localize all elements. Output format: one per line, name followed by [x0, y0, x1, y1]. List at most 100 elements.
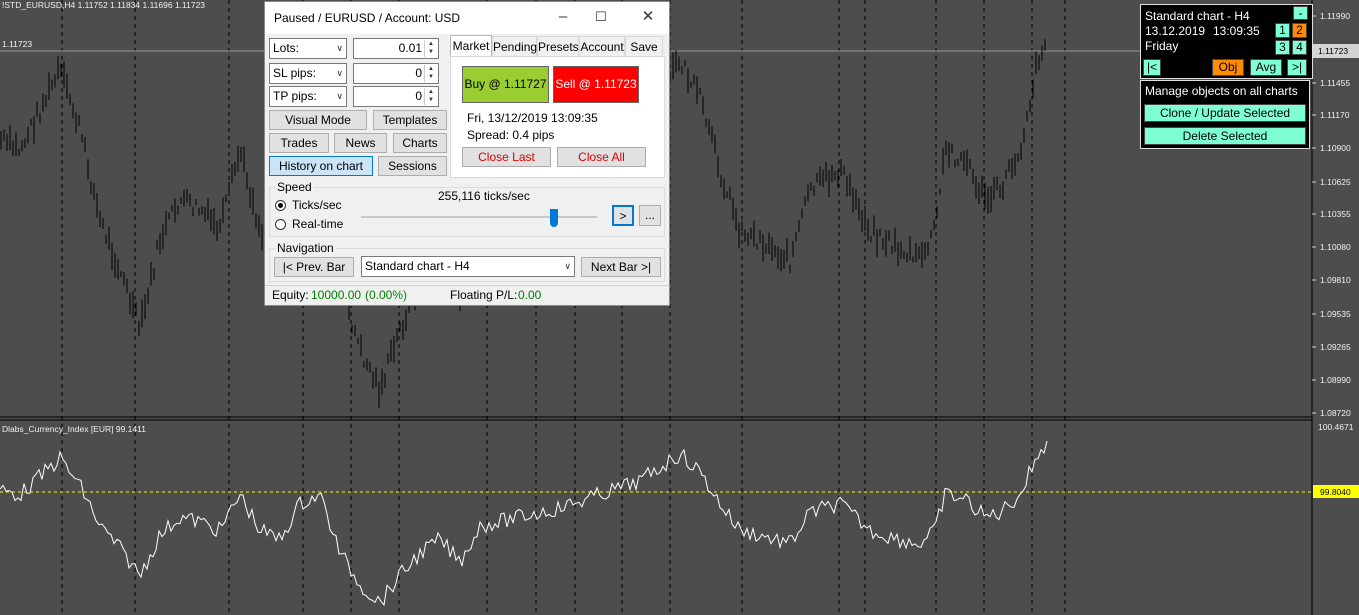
ticks-rate: 255,116 ticks/sec	[438, 189, 530, 203]
price-axis-label: 1.11170	[1320, 110, 1350, 120]
indicator-top-value: 100.4671	[1318, 422, 1354, 432]
play-button[interactable]: >	[612, 205, 634, 226]
tab-pending[interactable]: Pending	[492, 36, 537, 56]
equity-label: Equity:	[272, 288, 309, 302]
navigation-group-label: Navigation	[275, 241, 336, 255]
speed-slider-track[interactable]	[361, 216, 597, 218]
price-axis-label: 1.11990	[1320, 11, 1350, 21]
chart-select[interactable]: Standard chart - H4 ∨	[361, 256, 575, 277]
chevron-down-icon: ∨	[564, 261, 571, 271]
last-bar-button[interactable]: >|	[1287, 59, 1307, 76]
lots-value: 0.01	[398, 41, 422, 55]
chevron-down-icon: ∨	[336, 43, 343, 53]
price-axis-label: 1.08990	[1320, 375, 1351, 385]
overlay-time: 13:09:35	[1213, 24, 1260, 38]
tab-market[interactable]: Market	[450, 35, 492, 57]
sl-input[interactable]: 0 ▲ ▼	[353, 63, 439, 84]
slot-3-button[interactable]: 3	[1275, 40, 1290, 55]
lots-label: Lots:	[273, 41, 300, 55]
sell-button[interactable]: Sell @ 1.11723	[553, 66, 639, 103]
overlay-date: 13.12.2019	[1145, 24, 1206, 38]
server-datetime: Fri, 13/12/2019 13:09:35	[467, 111, 598, 125]
sl-value: 0	[415, 66, 422, 80]
speed-slider-thumb[interactable]	[550, 209, 558, 227]
history-on-chart-button[interactable]: History on chart	[269, 156, 373, 176]
current-price-left-label: 1.11723	[2, 39, 32, 49]
maximize-icon[interactable]: ☐	[587, 6, 615, 28]
tab-account[interactable]: Account	[579, 36, 625, 56]
realtime-radio[interactable]	[275, 219, 286, 230]
prev-bar-button[interactable]: |< Prev. Bar	[274, 257, 354, 277]
dialog-title: Paused / EURUSD / Account: USD	[274, 11, 461, 25]
close-all-button[interactable]: Close All	[557, 147, 646, 167]
speed-more-button[interactable]: ...	[639, 205, 661, 226]
next-bar-button[interactable]: Next Bar >|	[581, 257, 661, 277]
price-axis-label: 1.08720	[1320, 408, 1351, 418]
manager-title: Manage objects on all charts	[1145, 84, 1298, 98]
charts-button[interactable]: Charts	[393, 133, 447, 153]
tab-save[interactable]: Save	[625, 36, 663, 56]
price-axis-label: 1.10625	[1320, 177, 1351, 187]
close-icon[interactable]: ✕	[634, 6, 662, 28]
visual-mode-button[interactable]: Visual Mode	[269, 110, 367, 130]
object-manager-panel: Manage objects on all charts Clone / Upd…	[1140, 80, 1310, 149]
tp-value: 0	[415, 89, 422, 103]
price-axis-label: 1.09810	[1320, 275, 1351, 285]
tp-select[interactable]: TP pips: ∨	[269, 86, 347, 107]
templates-button[interactable]: Templates	[373, 110, 447, 130]
tp-input[interactable]: 0 ▲ ▼	[353, 86, 439, 107]
tester-dialog[interactable]: Paused / EURUSD / Account: USD – ☐ ✕ Lot…	[264, 1, 670, 306]
indicator-label: Dlabs_Currency_Index [EUR] 99.1411	[2, 424, 146, 434]
slot-2-button[interactable]: 2	[1292, 23, 1307, 38]
price-axis-label: 1.10080	[1320, 242, 1351, 252]
news-button[interactable]: News	[334, 133, 387, 153]
clone-update-button[interactable]: Clone / Update Selected	[1144, 104, 1306, 122]
floating-pl-value: 0.00	[518, 288, 542, 302]
realtime-radio-label: Real-time	[292, 217, 344, 231]
ticks-radio-label: Ticks/sec	[292, 198, 342, 212]
price-axis-label: 1.09265	[1320, 342, 1351, 352]
ticks-radio[interactable]	[275, 200, 286, 211]
slot-4-button[interactable]: 4	[1292, 40, 1307, 55]
status-divider	[265, 285, 669, 286]
sl-select[interactable]: SL pips: ∨	[269, 63, 347, 84]
sl-label: SL pips:	[273, 66, 316, 80]
slot-1-button[interactable]: 1	[1275, 23, 1290, 38]
current-price-tag: 1.11723	[1318, 46, 1348, 56]
dialog-titlebar[interactable]: Paused / EURUSD / Account: USD – ☐ ✕	[265, 2, 669, 34]
delete-selected-button[interactable]: Delete Selected	[1144, 127, 1306, 145]
floating-pl-label: Floating P/L:	[450, 288, 518, 302]
spin-arrows-icon[interactable]: ▲ ▼	[424, 88, 437, 105]
overlay-chart-title: Standard chart - H4	[1145, 9, 1250, 23]
first-bar-button[interactable]: |<	[1143, 59, 1161, 76]
overlay-day: Friday	[1145, 39, 1179, 53]
indicator-level-tag: 99.8040	[1320, 487, 1351, 497]
spread-text: Spread: 0.4 pips	[467, 128, 555, 142]
price-axis-label: 1.11455	[1320, 78, 1350, 88]
speed-group-label: Speed	[275, 180, 314, 194]
symbol-label: !STD_EURUSD,H4 1.11752 1.11834 1.11696 1…	[2, 0, 205, 10]
trades-button[interactable]: Trades	[269, 133, 329, 153]
overlay-minimize-button[interactable]: -	[1293, 6, 1308, 20]
minimize-icon[interactable]: –	[549, 6, 577, 28]
lots-select[interactable]: Lots: ∨	[269, 38, 347, 59]
obj-button[interactable]: Obj	[1212, 59, 1244, 76]
tab-presets[interactable]: Presets	[537, 36, 579, 56]
price-axis-label: 1.10900	[1320, 143, 1351, 153]
chart-select-value: Standard chart - H4	[365, 259, 470, 273]
price-axis-label: 1.10355	[1320, 209, 1351, 219]
lots-input[interactable]: 0.01 ▲ ▼	[353, 38, 439, 59]
chevron-down-icon: ∨	[336, 68, 343, 78]
spin-arrows-icon[interactable]: ▲ ▼	[424, 40, 437, 57]
chart-info-panel: Standard chart - H4 - 13.12.2019 13:09:3…	[1140, 4, 1313, 79]
sessions-button[interactable]: Sessions	[378, 156, 447, 176]
market-tab-panel: Buy @ 1.11727 Sell @ 1.11723 Fri, 13/12/…	[450, 56, 665, 178]
equity-percent: (0.00%)	[365, 288, 408, 302]
spin-arrows-icon[interactable]: ▲ ▼	[424, 65, 437, 82]
avg-button[interactable]: Avg	[1250, 59, 1282, 76]
equity-value: 10000.00	[311, 288, 362, 302]
price-axis-label: 1.09535	[1320, 309, 1351, 319]
close-last-button[interactable]: Close Last	[462, 147, 551, 167]
buy-button[interactable]: Buy @ 1.11727	[462, 66, 549, 103]
tp-label: TP pips:	[273, 89, 317, 103]
